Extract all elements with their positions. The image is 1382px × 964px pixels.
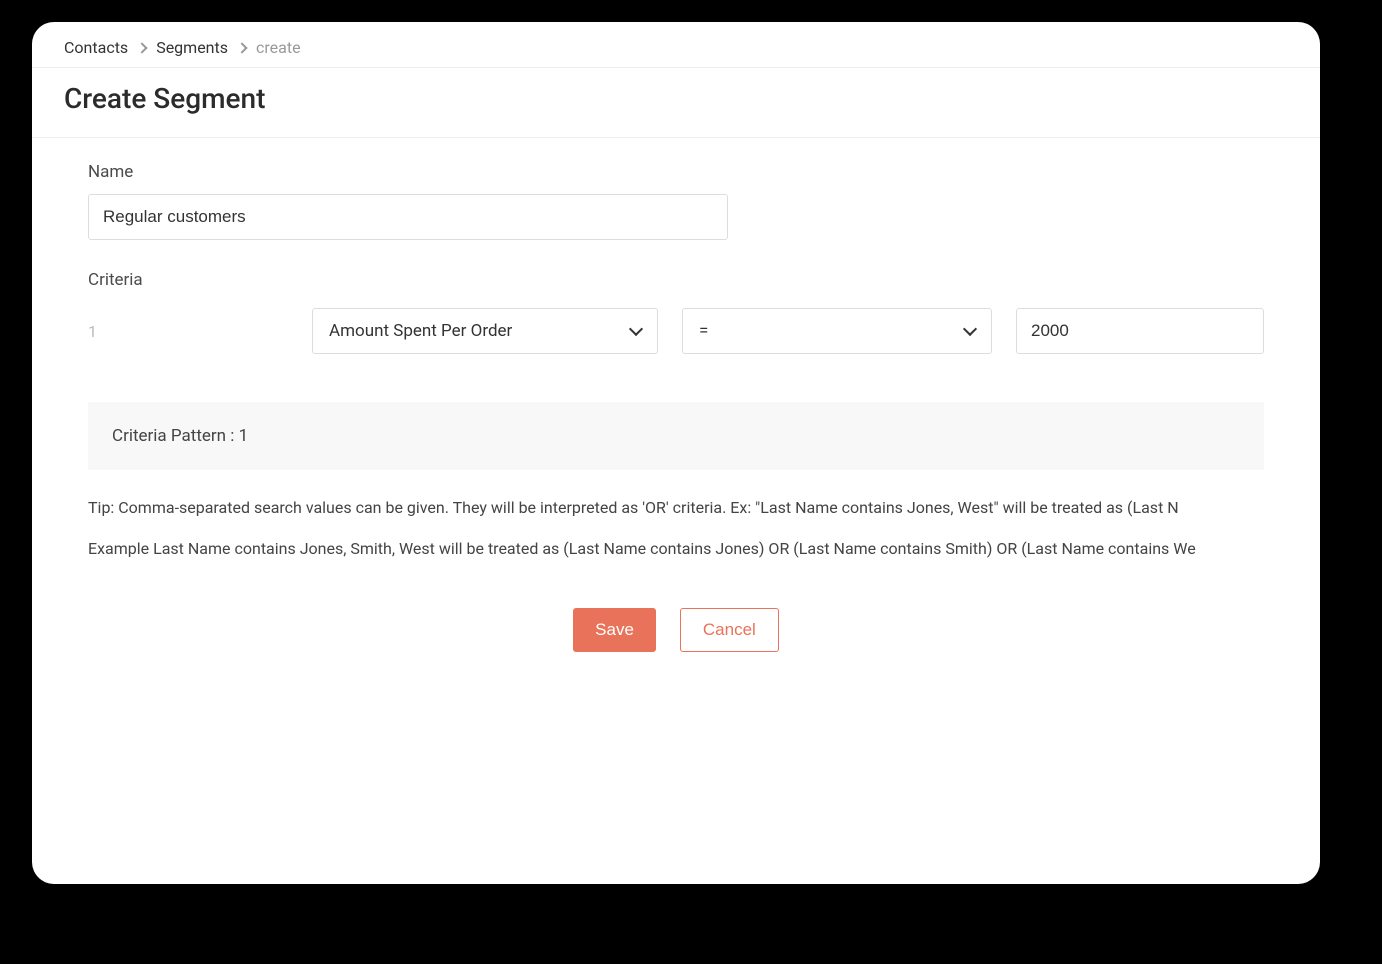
cancel-button[interactable]: Cancel (680, 608, 779, 652)
criteria-value-input[interactable] (1016, 308, 1264, 354)
example-text: Example Last Name contains Jones, Smith,… (88, 539, 1264, 558)
criteria-operator-value: = (699, 321, 708, 341)
breadcrumb: Contacts Segments create (32, 22, 1320, 68)
chevron-right-icon (137, 42, 148, 53)
chevron-down-icon (629, 322, 643, 336)
criteria-operator-select[interactable]: = (682, 308, 992, 354)
criteria-row: 1 Amount Spent Per Order = (88, 308, 1264, 354)
chevron-right-icon (236, 42, 247, 53)
breadcrumb-segments[interactable]: Segments (156, 38, 228, 57)
breadcrumb-contacts[interactable]: Contacts (64, 38, 128, 57)
save-button[interactable]: Save (573, 608, 656, 652)
chevron-down-icon (963, 322, 977, 336)
criteria-pattern-label: Criteria Pattern : 1 (112, 426, 248, 446)
name-input[interactable] (88, 194, 728, 240)
content-area: Name Criteria 1 Amount Spent Per Order =… (32, 138, 1320, 652)
name-label: Name (88, 162, 1264, 182)
breadcrumb-create: create (256, 38, 301, 57)
criteria-field-value: Amount Spent Per Order (329, 321, 512, 341)
criteria-label: Criteria (88, 270, 1264, 290)
tip-text: Tip: Comma-separated search values can b… (88, 498, 1264, 517)
criteria-index: 1 (88, 322, 288, 341)
criteria-pattern-box: Criteria Pattern : 1 (88, 402, 1264, 470)
app-window: Contacts Segments create Create Segment … (32, 22, 1320, 884)
criteria-field-select[interactable]: Amount Spent Per Order (312, 308, 658, 354)
page-title: Create Segment (32, 68, 1320, 138)
action-buttons: Save Cancel (88, 608, 1264, 652)
